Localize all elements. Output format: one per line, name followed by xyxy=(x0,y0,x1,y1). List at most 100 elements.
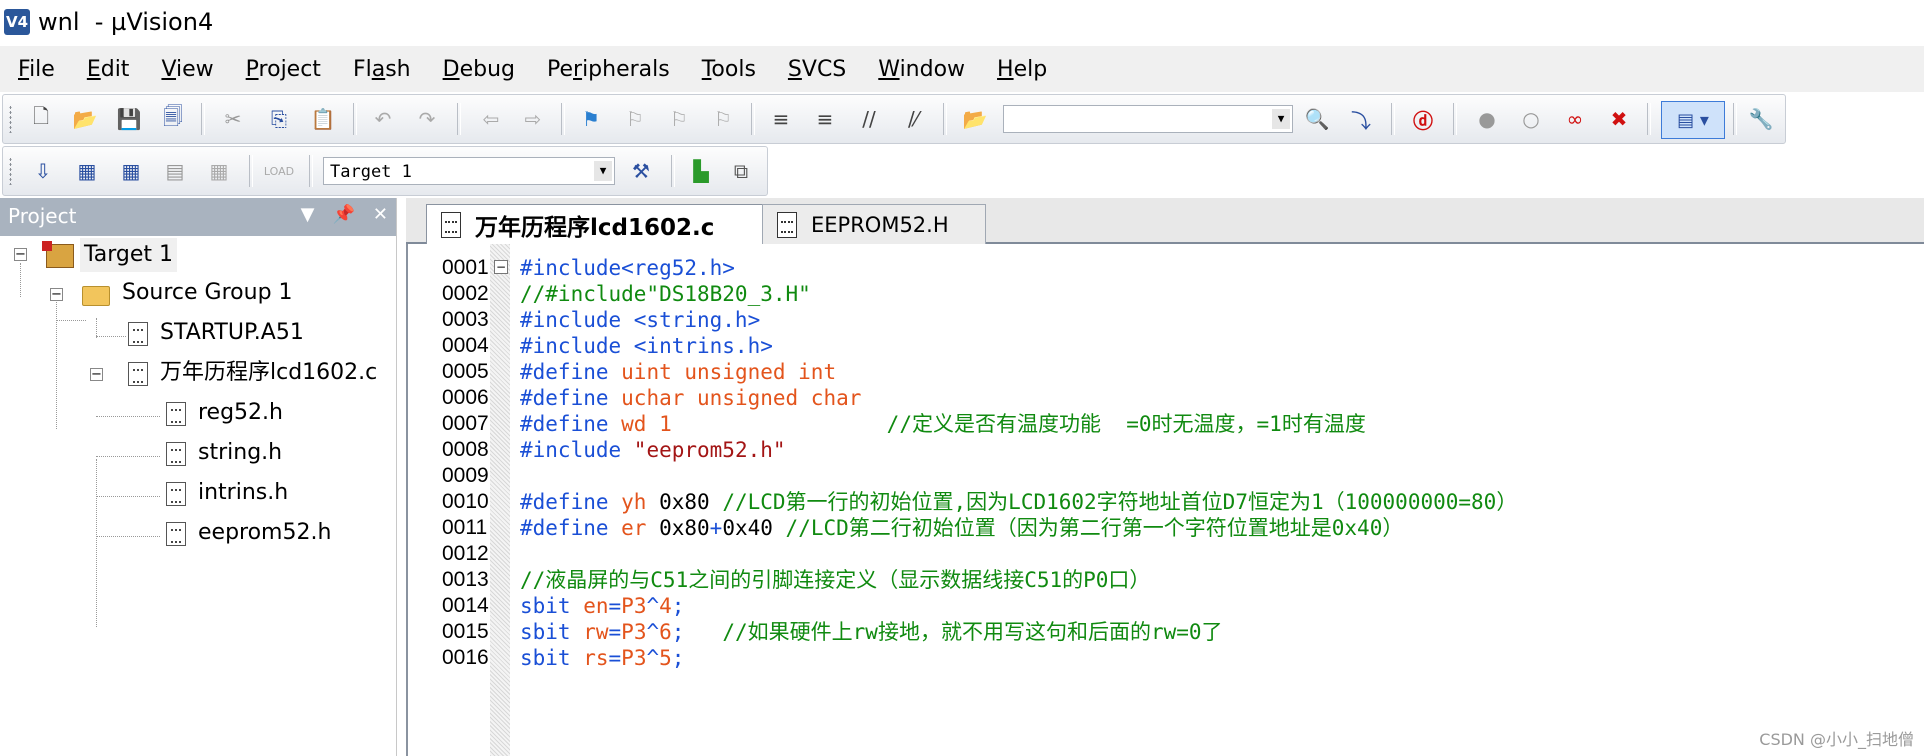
incremental-find-icon[interactable]: ⤵ xyxy=(1347,105,1375,133)
open-folder-icon[interactable]: 📂 xyxy=(71,105,99,133)
toolbar-grip[interactable] xyxy=(9,157,12,185)
line-number: 0016 xyxy=(442,646,489,669)
tree-item-source-group[interactable]: Source Group 1 xyxy=(122,276,293,310)
save-all-icon[interactable]: 🗐 xyxy=(159,104,187,133)
comment-selection-icon[interactable]: // xyxy=(855,105,883,133)
rebuild-icon[interactable]: ▦ xyxy=(117,157,145,185)
previous-bookmark-icon[interactable]: ⚐ xyxy=(621,105,649,133)
find-in-files-icon[interactable]: 📂 xyxy=(961,105,989,133)
collapse-file-toggle[interactable]: − xyxy=(90,368,103,381)
collapse-target-toggle[interactable]: − xyxy=(14,248,27,261)
collapse-group-toggle[interactable]: − xyxy=(50,288,63,301)
toolbar-separator xyxy=(1391,103,1395,135)
menu-file[interactable]: File xyxy=(0,57,69,82)
tree-connector xyxy=(20,263,21,297)
toolbar-separator xyxy=(353,103,357,135)
menu-project[interactable]: Project xyxy=(228,57,335,82)
tree-item-include[interactable]: reg52.h xyxy=(198,396,283,430)
new-file-icon[interactable]: 🗋 xyxy=(27,104,55,133)
title-bar: V4 wnl - µVision4 xyxy=(0,0,1924,46)
toolbar-separator xyxy=(249,155,253,187)
build-icon[interactable]: ▦ xyxy=(73,157,101,185)
cut-icon[interactable]: ✂ xyxy=(219,105,247,133)
code-editor[interactable]: 0001− #include<reg52.h> 0002//#include"DS1… xyxy=(406,244,1924,756)
select-packet-icon[interactable]: ⧉ xyxy=(727,157,755,185)
tree-connector xyxy=(56,320,86,321)
disable-all-breakpoints-icon[interactable]: ∞ xyxy=(1561,105,1589,133)
menu-help[interactable]: Help xyxy=(979,57,1061,82)
manage-project-items-icon[interactable]: ▙ xyxy=(687,157,715,185)
panel-controls: ▼ 📌 ✕ xyxy=(301,204,388,225)
chevron-down-icon[interactable]: ▼ xyxy=(1272,109,1290,129)
menu-peripherals[interactable]: Peripherals xyxy=(529,57,684,82)
tree-connector xyxy=(56,294,57,429)
toolbar-separator xyxy=(201,103,205,135)
toolbar-grip[interactable] xyxy=(9,105,12,133)
clear-bookmarks-icon[interactable]: ⚐ xyxy=(709,105,737,133)
navigate-back-icon[interactable]: ⇦ xyxy=(477,105,505,133)
toolbar-separator xyxy=(309,155,313,187)
header-file-icon xyxy=(166,402,186,426)
download-load-icon[interactable]: LOAD xyxy=(264,157,294,185)
insert-bookmark-icon[interactable]: ⚑ xyxy=(577,105,605,133)
stop-build-icon[interactable]: ▦ xyxy=(205,157,233,185)
target-options-icon[interactable]: ⚒ xyxy=(627,157,655,185)
menu-view[interactable]: View xyxy=(143,57,227,82)
uncomment-selection-icon[interactable]: /⁄ xyxy=(899,105,927,133)
tree-connector xyxy=(96,536,160,537)
fold-toggle-icon[interactable]: − xyxy=(494,260,508,274)
save-icon[interactable]: 💾 xyxy=(115,105,143,133)
find-combobox[interactable]: ▼ xyxy=(1003,105,1293,133)
insert-breakpoint-icon[interactable]: ● xyxy=(1473,105,1501,133)
copy-icon[interactable]: ⎘ xyxy=(265,105,293,133)
code-line[interactable]: 0016 sbit rs=P3^5; xyxy=(408,642,1924,674)
target-select[interactable]: Target 1 ▼ xyxy=(323,157,615,185)
asm-file-icon xyxy=(128,322,148,346)
next-bookmark-icon[interactable]: ⚐ xyxy=(665,105,693,133)
debug-session-icon[interactable]: ⓓ xyxy=(1409,105,1437,133)
indent-icon[interactable]: ≡ xyxy=(767,105,795,133)
toolbar-separator xyxy=(1453,103,1457,135)
window-title: wnl - µVision4 xyxy=(38,8,214,36)
translate-icon[interactable]: ⇩ xyxy=(29,157,57,185)
batch-build-icon[interactable]: ▤ xyxy=(161,157,189,185)
folder-icon xyxy=(82,286,110,306)
tree-item-file[interactable]: 万年历程序lcd1602.c xyxy=(160,356,377,390)
project-panel-header: Project ▼ 📌 ✕ xyxy=(0,198,396,236)
redo-icon[interactable]: ↷ xyxy=(413,105,441,133)
enable-breakpoint-icon[interactable]: ○ xyxy=(1517,105,1545,133)
tree-item-file[interactable]: STARTUP.A51 xyxy=(160,316,304,350)
toolbar-separator xyxy=(751,103,755,135)
tree-item-target[interactable]: Target 1 xyxy=(80,238,178,272)
kill-all-breakpoints-icon[interactable]: ✖ xyxy=(1605,105,1633,133)
menu-tools[interactable]: Tools xyxy=(684,57,770,82)
header-file-icon xyxy=(166,522,186,546)
tree-connector xyxy=(96,336,126,337)
menu-edit[interactable]: Edit xyxy=(69,57,144,82)
tab-eeprom-header[interactable]: EEPROM52.H xyxy=(762,204,986,244)
menu-window[interactable]: Window xyxy=(860,57,979,82)
tab-label: 万年历程序lcd1602.c xyxy=(475,214,715,241)
menu-debug[interactable]: Debug xyxy=(425,57,529,82)
chevron-down-icon[interactable]: ▼ xyxy=(594,161,612,181)
tree-item-include[interactable]: string.h xyxy=(198,436,282,470)
navigate-forward-icon[interactable]: ⇨ xyxy=(519,105,547,133)
tab-main-source[interactable]: 万年历程序lcd1602.c xyxy=(426,204,766,244)
window-layout-dropdown[interactable]: ▤ ▾ xyxy=(1661,101,1725,139)
uvision-app-icon[interactable]: V4 xyxy=(4,9,30,35)
unindent-icon[interactable]: ≡ xyxy=(811,105,839,133)
find-icon[interactable]: 🔍 xyxy=(1303,105,1331,133)
menu-flash[interactable]: Flash xyxy=(335,57,425,82)
undo-icon[interactable]: ↶ xyxy=(369,105,397,133)
toolbar-separator xyxy=(561,103,565,135)
tree-item-include[interactable]: intrins.h xyxy=(198,476,288,510)
menu-svcs[interactable]: SVCS xyxy=(770,57,860,82)
configuration-wrench-icon[interactable]: 🔧 xyxy=(1747,105,1775,133)
tree-item-include[interactable]: eeprom52.h xyxy=(198,516,331,550)
tab-label: EEPROM52.H xyxy=(811,212,949,237)
paste-icon[interactable]: 📋 xyxy=(309,105,337,133)
tree-connector xyxy=(96,318,97,338)
close-icon[interactable]: ✕ xyxy=(373,204,388,225)
pin-icon[interactable]: 📌 xyxy=(332,204,354,225)
panel-menu-icon[interactable]: ▼ xyxy=(301,204,315,225)
